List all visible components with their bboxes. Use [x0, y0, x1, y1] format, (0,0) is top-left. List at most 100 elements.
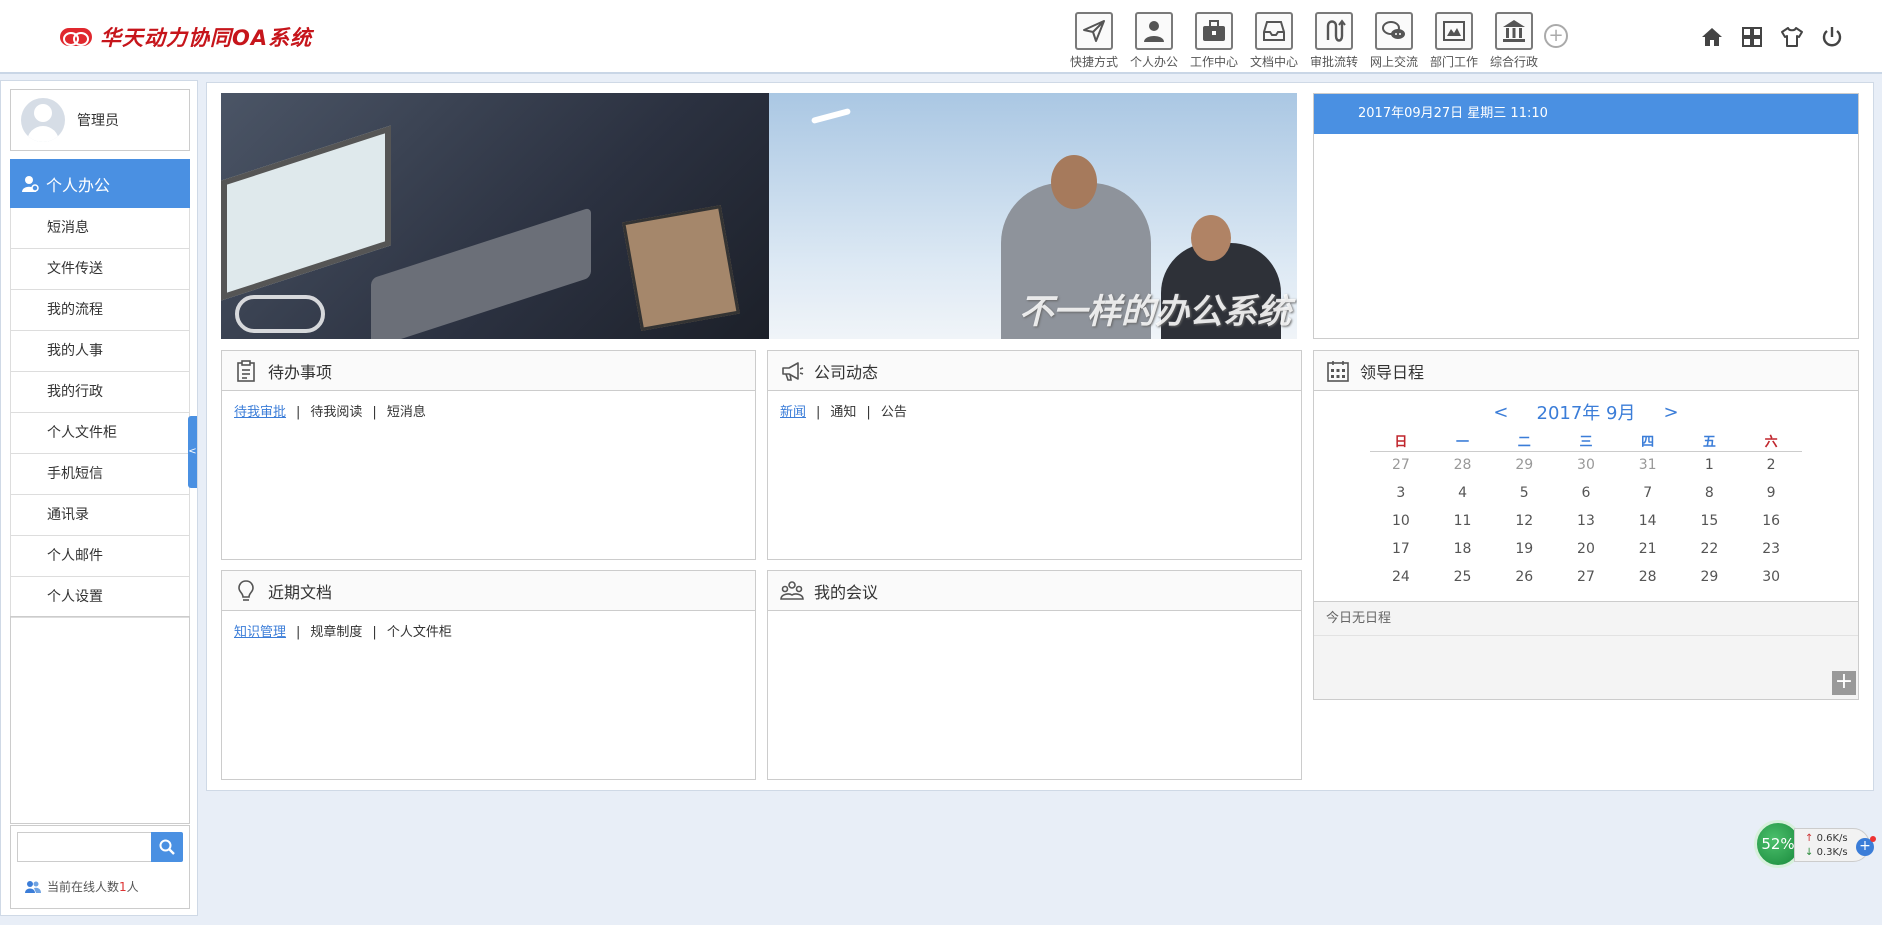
tab-news[interactable]: 新闻 [780, 405, 806, 420]
calendar-day[interactable]: 27 [1555, 563, 1617, 591]
sidebar-collapse-handle[interactable]: < [188, 416, 197, 488]
calendar-day[interactable]: 11 [1432, 507, 1494, 535]
app-title: 华天动力协同OA系统 [100, 26, 313, 50]
add-shortcut-button[interactable]: + [1544, 24, 1568, 48]
calendar-day[interactable]: 30 [1555, 451, 1617, 479]
calendar-day[interactable]: 2 [1740, 451, 1802, 479]
menu-header-personal-office[interactable]: 个人办公 [10, 159, 190, 208]
calendar-day[interactable]: 13 [1555, 507, 1617, 535]
sidebar-item-my-workflow[interactable]: 我的流程 [10, 290, 190, 331]
calendar-day[interactable]: 25 [1432, 563, 1494, 591]
tab-knowledge[interactable]: 知识管理 [234, 625, 286, 640]
nav-document-center[interactable]: 文档中心 [1244, 12, 1304, 70]
panel-tabs: 知识管理 | 规章制度 | 个人文件柜 [222, 611, 755, 650]
weekday-header: 五 [1678, 431, 1741, 452]
panel-header: 公司动态 [768, 351, 1301, 391]
user-card[interactable]: 管理员 [10, 89, 190, 151]
app-logo[interactable]: 华天动力协同OA系统 [60, 22, 312, 52]
nav-work-center[interactable]: 工作中心 [1184, 12, 1244, 70]
nav-department-work[interactable]: 部门工作 [1424, 12, 1484, 70]
calendar-day[interactable]: 16 [1740, 507, 1802, 535]
theme-button[interactable] [1772, 24, 1812, 50]
tab-pending-read[interactable]: 待我阅读 [310, 405, 362, 420]
calendar-week-row: 27 28 29 30 31 1 2 [1370, 451, 1802, 479]
calendar-day[interactable]: 5 [1493, 479, 1555, 507]
calendar-day[interactable]: 28 [1432, 451, 1494, 479]
calendar-prev-month[interactable]: < [1465, 402, 1536, 423]
sidebar-item-personal-settings[interactable]: 个人设置 [10, 577, 190, 618]
building-icon [1495, 12, 1533, 50]
sidebar-item-contacts[interactable]: 通讯录 [10, 495, 190, 536]
calendar-day[interactable]: 29 [1679, 563, 1741, 591]
calendar-day[interactable]: 8 [1679, 479, 1741, 507]
calendar-day[interactable]: 15 [1679, 507, 1741, 535]
sidebar-item-personal-mail[interactable]: 个人邮件 [10, 536, 190, 577]
calendar-day[interactable]: 9 [1740, 479, 1802, 507]
calendar-day[interactable]: 19 [1493, 535, 1555, 563]
tab-announcement[interactable]: 公告 [881, 405, 907, 420]
calendar-day[interactable]: 6 [1555, 479, 1617, 507]
calendar-day[interactable]: 4 [1432, 479, 1494, 507]
tab-messages[interactable]: 短消息 [387, 405, 426, 420]
nav-online-chat[interactable]: 网上交流 [1364, 12, 1424, 70]
calendar-day[interactable]: 1 [1679, 451, 1741, 479]
calendar-day[interactable]: 24 [1370, 563, 1432, 591]
tab-personal-cabinet[interactable]: 个人文件柜 [387, 625, 452, 640]
sidebar-item-messages[interactable]: 短消息 [10, 208, 190, 249]
briefcase-icon [1195, 12, 1233, 50]
nav-label: 个人办公 [1129, 55, 1178, 69]
calendar-grid: 日 一 二 三 四 五 六 27 28 29 30 31 1 2 3 4 5 6 7 8 9 10 11 12 1… [1370, 431, 1802, 591]
tab-pending-approval[interactable]: 待我审批 [234, 405, 286, 420]
calendar-day[interactable]: 10 [1370, 507, 1432, 535]
calendar-day[interactable]: 31 [1617, 451, 1679, 479]
logout-button[interactable] [1812, 24, 1852, 50]
calendar-day[interactable]: 14 [1617, 507, 1679, 535]
calendar-day[interactable]: 17 [1370, 535, 1432, 563]
arrow-up-icon: ↑ [1805, 833, 1814, 844]
calendar-day[interactable]: 27 [1370, 451, 1432, 479]
home-button[interactable] [1692, 24, 1732, 50]
nav-approval-flow[interactable]: 审批流转 [1304, 12, 1364, 70]
calendar-day[interactable]: 21 [1617, 535, 1679, 563]
calendar-day[interactable]: 28 [1617, 563, 1679, 591]
sidebar: 管理员 个人办公 短消息 文件传送 我的流程 我的人事 我的行政 个人文件柜 手… [0, 80, 198, 916]
apps-grid-button[interactable] [1732, 24, 1772, 50]
send-icon [1075, 12, 1113, 50]
panel-title: 待办事项 [268, 362, 333, 382]
widget-expand-button[interactable]: + [1856, 836, 1876, 856]
calendar-next-month[interactable]: > [1635, 402, 1706, 423]
sidebar-item-my-hr[interactable]: 我的人事 [10, 331, 190, 372]
tab-regulations[interactable]: 规章制度 [310, 625, 362, 640]
calendar-day[interactable]: 20 [1555, 535, 1617, 563]
tab-notice[interactable]: 通知 [830, 405, 856, 420]
add-schedule-button[interactable]: + [1832, 671, 1856, 695]
network-speed-widget[interactable]: 52% ↑ 0.6K/s ↓ 0.3K/s + [1754, 818, 1876, 868]
nav-personal-office[interactable]: 个人办公 [1124, 12, 1184, 70]
sidebar-item-personal-cabinet[interactable]: 个人文件柜 [10, 413, 190, 454]
nav-quick-links[interactable]: 快捷方式 [1064, 12, 1124, 70]
tab-separator: | [866, 405, 871, 420]
calendar-day[interactable]: 30 [1740, 563, 1802, 591]
nav-label: 快捷方式 [1069, 55, 1118, 69]
nav-general-admin[interactable]: 综合行政 [1484, 12, 1544, 70]
sidebar-item-my-admin[interactable]: 我的行政 [10, 372, 190, 413]
sidebar-item-sms[interactable]: 手机短信 [10, 454, 190, 495]
panel-header: 领导日程 [1314, 351, 1858, 391]
calendar-day[interactable]: 29 [1493, 451, 1555, 479]
calendar-day[interactable]: 23 [1740, 535, 1802, 563]
calendar-day[interactable]: 22 [1679, 535, 1741, 563]
calendar-icon [1327, 360, 1349, 382]
nav-label: 部门工作 [1429, 55, 1478, 69]
search-input[interactable] [17, 832, 153, 862]
weekday-header: 日 [1370, 431, 1432, 452]
sidebar-item-file-transfer[interactable]: 文件传送 [10, 249, 190, 290]
calendar-day[interactable]: 18 [1432, 535, 1494, 563]
search-button[interactable] [151, 832, 183, 862]
calendar-day[interactable]: 3 [1370, 479, 1432, 507]
calendar-day[interactable]: 12 [1493, 507, 1555, 535]
calendar-day[interactable]: 7 [1617, 479, 1679, 507]
banner-logo [235, 295, 325, 333]
logo-mark-icon [60, 28, 92, 46]
calendar-day[interactable]: 26 [1493, 563, 1555, 591]
inbox-icon [1255, 12, 1293, 50]
